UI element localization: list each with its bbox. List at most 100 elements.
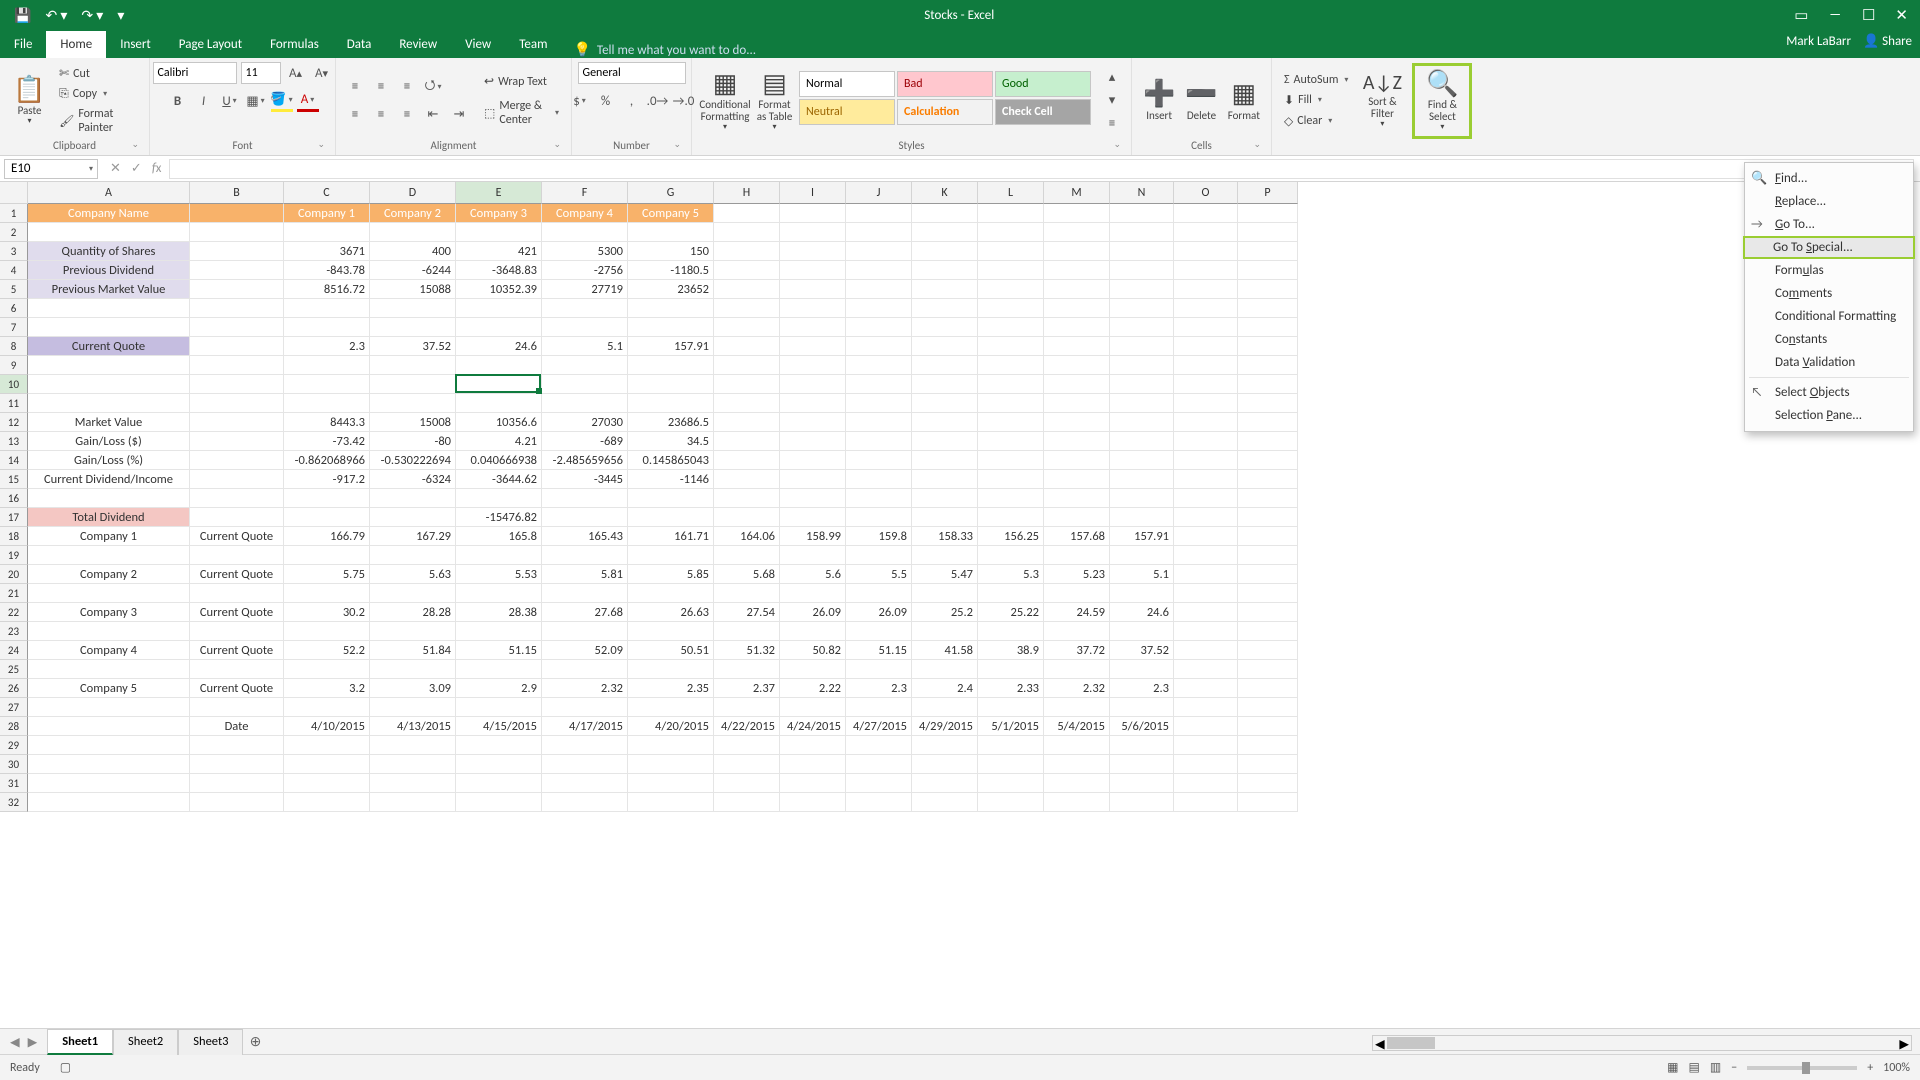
cell-O4[interactable] [1174,261,1238,280]
row-header-18[interactable]: 18 [0,527,28,546]
cell-H10[interactable] [714,375,780,394]
row-header-30[interactable]: 30 [0,755,28,774]
col-header-M[interactable]: M [1044,182,1110,204]
cell-G14[interactable]: 0.145865043 [628,451,714,470]
cell-F32[interactable] [542,793,628,812]
tab-home[interactable]: Home [46,31,106,58]
menu-item-selection-pane[interactable]: Selection Pane... [1745,404,1913,427]
row-header-6[interactable]: 6 [0,299,28,318]
conditional-formatting-button[interactable]: ▦Conditional Formatting▾ [700,66,750,136]
cell-H9[interactable] [714,356,780,375]
horizontal-scrollbar[interactable]: ◀▶ [1372,1035,1912,1051]
menu-item-formulas[interactable]: Formulas [1745,259,1913,282]
style-good[interactable]: Good [995,71,1091,97]
cell-L1[interactable] [978,204,1044,223]
cell-A21[interactable] [28,584,190,603]
merge-center-button[interactable]: ⬚ Merge & Center [480,97,563,129]
comma-icon[interactable]: , [621,90,643,112]
cell-P17[interactable] [1238,508,1298,527]
cut-button[interactable]: ✄ Cut [55,64,141,83]
cell-F2[interactable] [542,223,628,242]
cell-H12[interactable] [714,413,780,432]
cell-J4[interactable] [846,261,912,280]
close-icon[interactable]: ✕ [1895,6,1908,25]
cell-E27[interactable] [456,698,542,717]
cell-C2[interactable] [284,223,370,242]
tab-insert[interactable]: Insert [106,31,165,58]
cell-G19[interactable] [628,546,714,565]
cell-L25[interactable] [978,660,1044,679]
cell-F13[interactable]: -689 [542,432,628,451]
cell-A11[interactable] [28,394,190,413]
cell-P7[interactable] [1238,318,1298,337]
cell-O24[interactable] [1174,641,1238,660]
fx-icon[interactable]: fx [152,161,162,176]
cell-F26[interactable]: 2.32 [542,679,628,698]
cell-E11[interactable] [456,394,542,413]
cell-D26[interactable]: 3.09 [370,679,456,698]
cell-D27[interactable] [370,698,456,717]
cell-E20[interactable]: 5.53 [456,565,542,584]
cell-B15[interactable] [190,470,284,489]
cell-I22[interactable]: 26.09 [780,603,846,622]
cell-I25[interactable] [780,660,846,679]
cell-I9[interactable] [780,356,846,375]
cell-E23[interactable] [456,622,542,641]
cell-H8[interactable] [714,337,780,356]
cell-O16[interactable] [1174,489,1238,508]
cell-I27[interactable] [780,698,846,717]
cell-C24[interactable]: 52.2 [284,641,370,660]
cell-J29[interactable] [846,736,912,755]
cell-C14[interactable]: -0.862068966 [284,451,370,470]
cell-P24[interactable] [1238,641,1298,660]
cell-P27[interactable] [1238,698,1298,717]
cell-A15[interactable]: Current Dividend/Income [28,470,190,489]
view-pagebreak-icon[interactable]: ▥ [1710,1060,1721,1075]
cell-C16[interactable] [284,489,370,508]
cell-N11[interactable] [1110,394,1174,413]
cell-J22[interactable]: 26.09 [846,603,912,622]
scroll-right-icon[interactable]: ▶ [1899,1036,1909,1052]
col-header-N[interactable]: N [1110,182,1174,204]
cell-A1[interactable]: Company Name [28,204,190,223]
cell-F27[interactable] [542,698,628,717]
cell-I8[interactable] [780,337,846,356]
scroll-left-icon[interactable]: ◀ [1375,1036,1385,1052]
cell-E15[interactable]: -3644.62 [456,470,542,489]
cell-M30[interactable] [1044,755,1110,774]
styles-more-icon[interactable]: ≡ [1101,113,1123,135]
cell-A10[interactable] [28,375,190,394]
find-select-button[interactable]: 🔍Find & Select▾ [1415,66,1469,136]
cell-K20[interactable]: 5.47 [912,565,978,584]
cell-E12[interactable]: 10356.6 [456,413,542,432]
cell-N3[interactable] [1110,242,1174,261]
cell-C12[interactable]: 8443.3 [284,413,370,432]
cell-A22[interactable]: Company 3 [28,603,190,622]
cell-D7[interactable] [370,318,456,337]
cell-D17[interactable] [370,508,456,527]
cell-O6[interactable] [1174,299,1238,318]
cell-P14[interactable] [1238,451,1298,470]
cell-L24[interactable]: 38.9 [978,641,1044,660]
cell-H27[interactable] [714,698,780,717]
cell-M17[interactable] [1044,508,1110,527]
fill-button[interactable]: ⬇ Fill [1280,91,1352,110]
format-cells-button[interactable]: ▦Format [1225,66,1263,136]
cell-H13[interactable] [714,432,780,451]
row-header-9[interactable]: 9 [0,356,28,375]
cell-J3[interactable] [846,242,912,261]
cell-G15[interactable]: -1146 [628,470,714,489]
cell-P16[interactable] [1238,489,1298,508]
cell-M3[interactable] [1044,242,1110,261]
cell-P23[interactable] [1238,622,1298,641]
cell-P13[interactable] [1238,432,1298,451]
cell-J18[interactable]: 159.8 [846,527,912,546]
cell-O15[interactable] [1174,470,1238,489]
cell-N25[interactable] [1110,660,1174,679]
row-header-10[interactable]: 10 [0,375,28,394]
cell-N2[interactable] [1110,223,1174,242]
cell-F21[interactable] [542,584,628,603]
col-header-K[interactable]: K [912,182,978,204]
cell-C19[interactable] [284,546,370,565]
row-header-26[interactable]: 26 [0,679,28,698]
